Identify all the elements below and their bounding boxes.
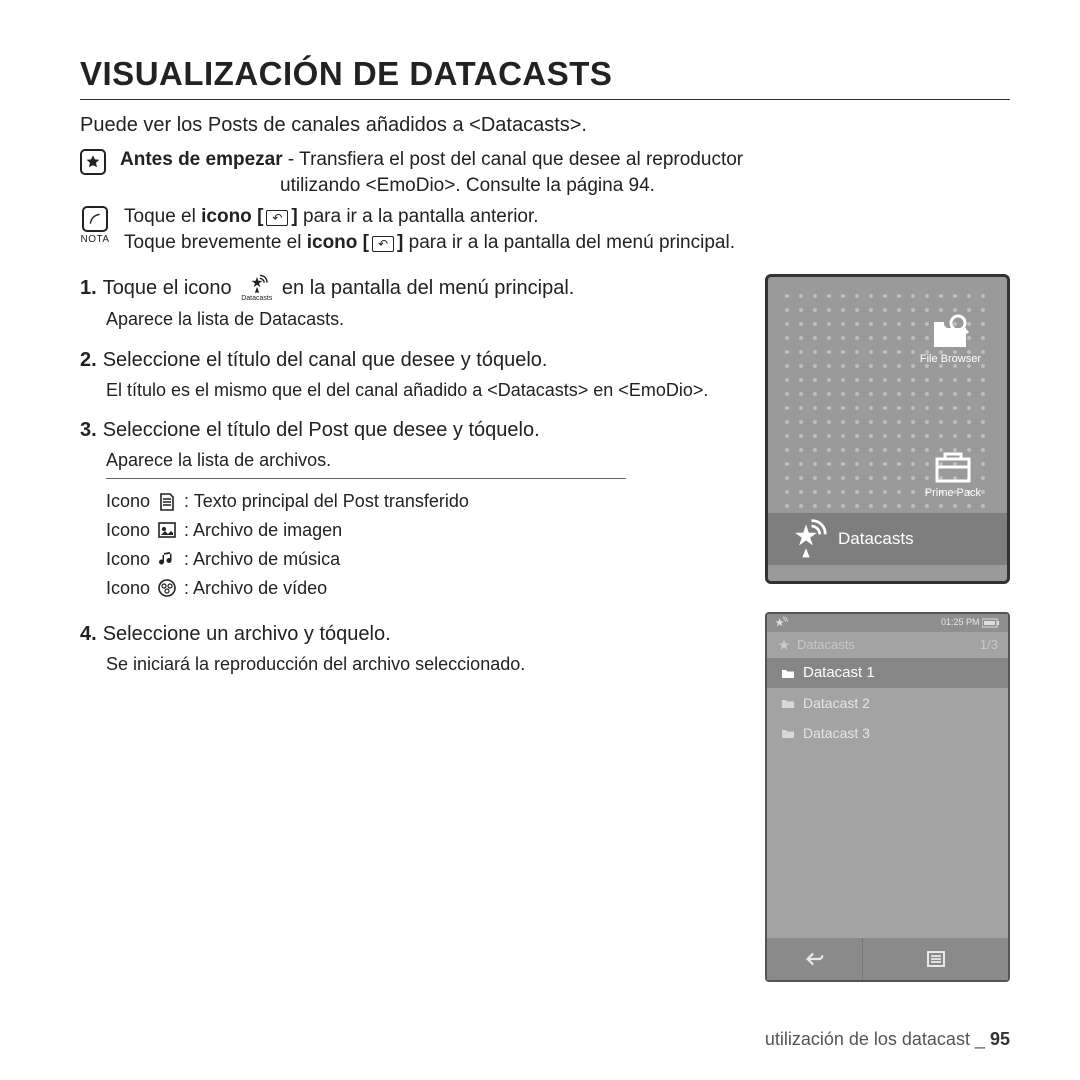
image-file-icon	[156, 521, 178, 539]
step-3-sub: Aparece la lista de archivos.	[106, 448, 747, 472]
note-icon	[82, 206, 108, 232]
nota-line1b: icono [	[201, 206, 263, 227]
back-arrow-icon: ↶	[266, 210, 288, 226]
star-box-icon	[80, 149, 106, 175]
step-3-num: 3.	[80, 416, 97, 444]
icon-line-music: Icono : Archivo de música	[106, 545, 747, 574]
step-2-sub: El título es el mismo que el del canal a…	[106, 378, 747, 402]
before-label: Antes de empezar	[120, 149, 283, 170]
music-file-icon	[156, 550, 178, 568]
icon-line-text: Icono : Texto principal del Post transfe…	[106, 487, 747, 516]
nota-line2d: para ir a la pantalla del menú principal…	[403, 232, 735, 253]
list-item[interactable]: Datacast 3	[767, 718, 1008, 748]
page-number: 95	[990, 1029, 1010, 1049]
divider	[106, 478, 626, 479]
list-header: Datacasts 1/3	[767, 632, 1008, 658]
step-2: 2. Seleccione el título del canal que de…	[80, 346, 747, 374]
menu-button[interactable]	[863, 938, 1008, 980]
step-4-sub: Se iniciará la reproducción del archivo …	[106, 652, 747, 676]
nota-row: NOTA Toque el icono [↶] para ir a la pan…	[80, 204, 1010, 255]
nota-label: NOTA	[80, 234, 109, 245]
icon-line-image: Icono : Archivo de imagen	[106, 516, 747, 545]
step-2-num: 2.	[80, 346, 97, 374]
datacasts-inline-icon: Datacasts	[241, 274, 272, 304]
page-title: VISUALIZACIÓN DE DATACASTS	[80, 55, 1010, 100]
back-button[interactable]	[767, 938, 863, 980]
datacasts-app-row[interactable]: Datacasts	[768, 513, 1007, 565]
back-arrow-icon: ↶	[372, 236, 394, 252]
step-4-num: 4.	[80, 620, 97, 648]
step-3-text: Seleccione el título del Post que desee …	[103, 416, 540, 444]
step-4-text: Seleccione un archivo y tóquelo.	[103, 620, 391, 648]
before-text-2: utilizando <EmoDio>. Consulte la página …	[280, 175, 655, 196]
device-list-screenshot: 01:25 PM Datacasts 1/3 Datacast 1	[765, 612, 1010, 982]
step-3: 3. Seleccione el título del Post que des…	[80, 416, 747, 444]
file-browser-app-icon[interactable]: File Browser	[920, 313, 981, 365]
nota-line2a: Toque brevemente el	[124, 232, 307, 253]
step-1-sub: Aparece la lista de Datacasts.	[106, 307, 747, 331]
step-4: 4. Seleccione un archivo y tóquelo.	[80, 620, 747, 648]
nota-line1d: para ir a la pantalla anterior.	[298, 206, 539, 227]
page-footer: utilización de los datacast _ 95	[765, 1029, 1010, 1050]
step-2-text: Seleccione el título del canal que desee…	[103, 346, 548, 374]
before-text-1: - Transﬁera el post del canal que desee …	[283, 149, 744, 170]
step-1: 1. Toque el icono Datacasts en la pantal…	[80, 274, 747, 304]
step-1-num: 1.	[80, 274, 97, 302]
list-count: 1/3	[980, 637, 998, 652]
icon-line-video: Icono : Archivo de vídeo	[106, 574, 747, 603]
step-1-text-b: en la pantalla del menú principal.	[282, 277, 574, 299]
device-menu-screenshot: File Browser Prime Pack Datacasts	[765, 274, 1010, 584]
step-1-text-a: Toque el icono	[103, 277, 232, 299]
list-item[interactable]: Datacast 2	[767, 688, 1008, 718]
prime-pack-app-icon[interactable]: Prime Pack	[925, 445, 981, 499]
list-item[interactable]: Datacast 1	[767, 658, 1008, 688]
text-file-icon	[156, 493, 178, 511]
nota-line1a: Toque el	[124, 206, 201, 227]
status-star-icon	[775, 616, 789, 630]
video-file-icon	[156, 579, 178, 597]
intro-text: Puede ver los Posts de canales añadidos …	[80, 114, 1010, 137]
status-time: 01:25 PM	[941, 617, 980, 627]
before-start-row: Antes de empezar - Transﬁera el post del…	[80, 147, 1010, 198]
nota-line2b: icono [	[307, 232, 369, 253]
